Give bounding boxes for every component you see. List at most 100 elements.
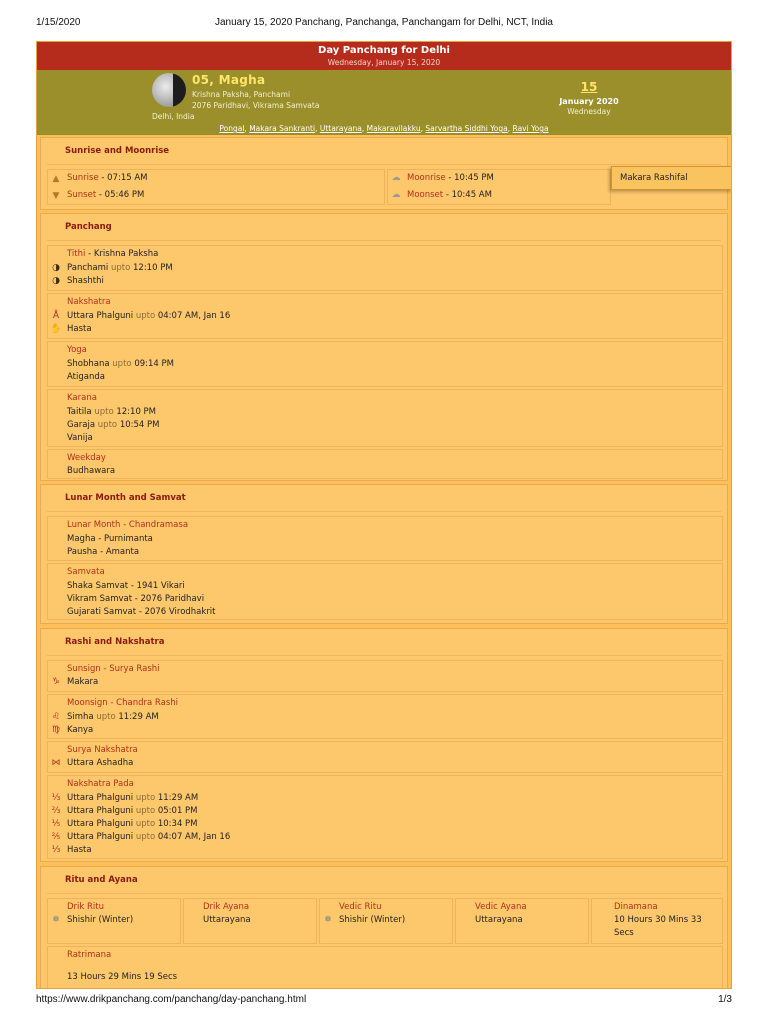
festival-link[interactable]: Pongal [219, 124, 244, 133]
panchang-page: Day Panchang for Delhi Wednesday, Januar… [36, 41, 732, 989]
print-title: January 15, 2020 Panchang, Panchanga, Pa… [215, 17, 553, 28]
section-title: Sunrise and Moonrise [65, 146, 170, 156]
drik-ritu-card: Drik Ritu ❅ Shishir (Winter) [47, 898, 181, 944]
sunset-icon: ▼ [52, 191, 60, 201]
section-title: Rashi and Nakshatra [65, 637, 165, 647]
surya-nakshatra-card: Surya Nakshatra ⋈ Uttara Ashadha [47, 741, 723, 773]
tithi-title: 05, Magha [192, 73, 266, 87]
moonsign-card: Moonsign - Chandra Rashi ♌ Simha upto 11… [47, 694, 723, 739]
weekday-label: Weekday [67, 453, 106, 463]
drik-ayana-value: Uttarayana [203, 915, 251, 925]
rashi-nakshatra-section: Rashi and Nakshatra Sunsign - Surya Rash… [40, 628, 728, 862]
lunar-month-card: Lunar Month - Chandramasa Magha - Purnim… [47, 516, 723, 561]
karana-row: Garaja upto 10:54 PM [67, 420, 160, 430]
snowflake-icon: ❅ [324, 915, 332, 925]
pada-icon: ⅓ [51, 845, 61, 855]
vedic-ritu-label: Vedic Ritu [339, 902, 382, 912]
yoga-label: Yoga [67, 345, 87, 355]
pada-row: Uttara Phalguni upto 05:01 PM [67, 806, 198, 816]
samvata-label: Samvata [67, 567, 105, 577]
dinamana-label: Dinamana [614, 902, 658, 912]
pada-icon: ⅖ [51, 832, 61, 842]
dinamana-card: Dinamana 10 Hours 30 Mins 33 Secs [591, 898, 723, 944]
tithi-row: Shashthi [67, 276, 104, 286]
dinamana-value: 10 Hours 30 Mins 33 [614, 915, 702, 925]
ratrimana-card: Ratrimana 13 Hours 29 Mins 19 Secs [47, 946, 723, 988]
samvata-row: Vikram Samvat - 2076 Paridhavi [67, 594, 205, 604]
moon-phase-icon: ◑ [52, 276, 60, 286]
pada-row: Uttara Phalguni upto 11:29 AM [67, 793, 199, 803]
day-number-link[interactable]: 15 [561, 80, 617, 94]
month-year: January 2020 [559, 97, 619, 106]
location-label: Delhi, India [152, 112, 195, 121]
festival-link[interactable]: Uttarayana [320, 124, 362, 133]
section-title: Ritu and Ayana [65, 875, 138, 885]
paksha-line: Krishna Paksha, Panchami [192, 90, 291, 99]
sunsign-label: Sunsign - Surya Rashi [67, 664, 160, 674]
nakshatra-card: Nakshatra Å Uttara Phalguni upto 04:07 A… [47, 293, 723, 339]
surya-nakshatra-label: Surya Nakshatra [67, 745, 138, 755]
moon-phase-icon: ◑ [52, 263, 60, 273]
festival-link[interactable]: Ravi Yoga [513, 124, 549, 133]
lunar-month-row: Pausha - Amanta [67, 547, 140, 557]
pada-icon: ⅓ [51, 793, 61, 803]
karana-label: Karana [67, 393, 97, 403]
moonsign-row: Simha upto 11:29 AM [67, 712, 159, 722]
nakshatra-icon: ⋈ [51, 758, 61, 768]
nakshatra-label: Nakshatra [67, 297, 111, 307]
makara-rashifal-button[interactable]: Makara Rashifal [611, 166, 731, 190]
pada-row: Uttara Phalguni upto 10:34 PM [67, 819, 198, 829]
panchang-section: Panchang Tithi - Krishna Paksha ◑ Pancha… [40, 213, 728, 481]
nakshatra-icon: ✋ [50, 324, 62, 334]
lunar-month-row: Magha - Purnimanta [67, 534, 153, 544]
lunar-month-section: Lunar Month and Samvat Lunar Month - Cha… [40, 484, 728, 624]
capricorn-icon: ♑ [51, 677, 61, 687]
moonrise-icon: ☁ [391, 173, 401, 183]
festival-link[interactable]: Sarvartha Siddhi Yoga [425, 124, 507, 133]
tithi-card: Tithi - Krishna Paksha ◑ Panchami upto 1… [47, 245, 723, 291]
drik-ritu-label: Drik Ritu [67, 902, 105, 912]
dinamana-value: Secs [614, 928, 634, 938]
vedic-ayana-label: Vedic Ayana [475, 902, 527, 912]
day-panchang-banner: Day Panchang for Delhi Wednesday, Januar… [37, 42, 731, 70]
nakshatra-row: Uttara Phalguni upto 04:07 AM, Jan 16 [67, 311, 231, 321]
sunset-row: Sunset - 05:46 PM [67, 190, 145, 200]
ritu-ayana-section: Ritu and Ayana Drik Ritu ❅ Shishir (Wint… [40, 866, 728, 988]
virgo-icon: ♍ [51, 725, 61, 735]
karana-row: Taitila upto 12:10 PM [67, 407, 157, 417]
karana-card: Karana Taitila upto 12:10 PM Garaja upto… [47, 389, 723, 447]
pada-icon: ⅕ [51, 819, 61, 829]
print-footer: https://www.drikpanchang.com/panchang/da… [36, 994, 732, 1008]
sun-card: ▲ Sunrise - 07:15 AM ▼ Sunset - 05:46 PM [47, 169, 385, 205]
nakshatra-pada-label: Nakshatra Pada [67, 779, 134, 789]
pada-icon: ⅔ [51, 806, 61, 816]
vedic-ayana-card: Vedic Ayana Uttarayana [455, 898, 589, 944]
sunsign-card: Sunsign - Surya Rashi ♑ Makara [47, 660, 723, 692]
nakshatra-icon: Å [52, 311, 60, 321]
drik-ritu-value: Shishir (Winter) [67, 915, 134, 925]
weekday-value: Budhawara [67, 466, 116, 476]
weekday-card: Weekday Budhawara [47, 449, 723, 479]
section-title: Lunar Month and Samvat [65, 493, 186, 503]
festival-link[interactable]: Makaravilakku [367, 124, 421, 133]
leo-icon: ♌ [51, 712, 61, 722]
drik-ayana-label: Drik Ayana [203, 902, 250, 912]
samvata-card: Samvata Shaka Samvat - 1941 Vikari Vikra… [47, 563, 723, 620]
sunsign-value: Makara [67, 677, 99, 687]
moonset-row: Moonset - 10:45 AM [407, 190, 492, 200]
moon-card: ☁ Moonrise - 10:45 PM ☁ Moonset - 10:45 … [387, 169, 611, 205]
samvata-line: 2076 Paridhavi, Vikrama Samvata [192, 101, 320, 110]
vedic-ritu-value: Shishir (Winter) [339, 915, 406, 925]
pada-row: Hasta [67, 845, 92, 855]
weekday-label: Wednesday [567, 107, 611, 116]
yoga-row: Atiganda [67, 372, 105, 382]
vedic-ritu-card: Vedic Ritu ❅ Shishir (Winter) [319, 898, 453, 944]
banner-subtitle: Wednesday, January 15, 2020 [327, 58, 441, 67]
moonrise-row: Moonrise - 10:45 PM [407, 173, 494, 183]
yoga-card: Yoga Shobhana upto 09:14 PM Atiganda [47, 341, 723, 387]
sunrise-icon: ▲ [52, 174, 60, 184]
festival-link[interactable]: Makara Sankranti [249, 124, 315, 133]
tithi-row: Panchami upto 12:10 PM [67, 263, 173, 273]
samvata-row: Shaka Samvat - 1941 Vikari [67, 581, 185, 591]
ratrimana-value: 13 Hours 29 Mins 19 Secs [67, 972, 178, 982]
